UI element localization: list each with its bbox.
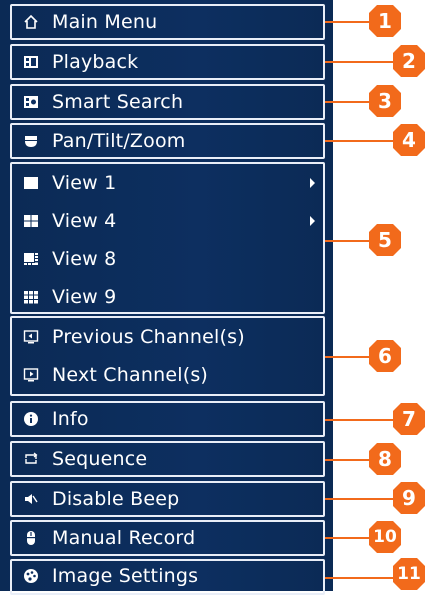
menu-item-disable-beep[interactable]: Disable Beep <box>12 483 323 515</box>
menu-item-label: Playback <box>52 51 139 73</box>
callout-line-3 <box>325 101 373 103</box>
group-beep: Disable Beep <box>10 481 325 517</box>
menu-item-label: View 8 <box>52 248 117 270</box>
callout-badge-1: 1 <box>368 4 402 38</box>
context-menu-panel: Main Menu Playback Smart Search Pan/Tilt… <box>0 0 333 595</box>
previous-channel-icon <box>22 328 40 346</box>
menu-item-label: Image Settings <box>52 565 199 587</box>
next-channel-icon <box>22 366 40 384</box>
group-main-menu: Main Menu <box>10 4 325 40</box>
sequence-icon <box>22 450 40 468</box>
group-manual-record: Manual Record <box>10 520 325 556</box>
ptz-icon <box>22 132 40 150</box>
menu-item-view-4[interactable]: View 4 <box>12 202 323 240</box>
callout-badge-2: 2 <box>392 44 426 78</box>
view8-icon <box>22 250 40 268</box>
group-sequence: Sequence <box>10 441 325 477</box>
home-icon <box>22 13 40 31</box>
callout-badge-11: 11 <box>392 557 426 591</box>
callout-badge-10: 10 <box>368 520 402 554</box>
menu-item-label: Info <box>52 408 89 430</box>
callout-line-8 <box>325 459 373 461</box>
menu-item-image-settings[interactable]: Image Settings <box>12 561 323 591</box>
view1-icon <box>22 174 40 192</box>
playback-icon <box>22 53 40 71</box>
callout-line-2 <box>325 61 395 63</box>
menu-item-label: View 4 <box>52 210 117 232</box>
menu-item-sequence[interactable]: Sequence <box>12 443 323 475</box>
callout-badge-3: 3 <box>368 84 402 118</box>
menu-item-label: View 9 <box>52 286 117 308</box>
menu-item-smart-search[interactable]: Smart Search <box>12 86 323 118</box>
view4-icon <box>22 212 40 230</box>
chevron-right-icon <box>310 178 315 188</box>
menu-item-playback[interactable]: Playback <box>12 46 323 78</box>
menu-item-label: View 1 <box>52 172 117 194</box>
callout-line-9 <box>325 498 395 500</box>
menu-item-label: Sequence <box>52 448 148 470</box>
menu-item-label: Manual Record <box>52 527 196 549</box>
group-smart-search: Smart Search <box>10 84 325 120</box>
callout-line-7 <box>325 419 395 421</box>
menu-item-label: Pan/Tilt/Zoom <box>52 130 186 152</box>
group-ptz: Pan/Tilt/Zoom <box>10 123 325 159</box>
menu-item-info[interactable]: Info <box>12 403 323 435</box>
menu-item-next-channels[interactable]: Next Channel(s) <box>12 356 323 394</box>
manual-record-icon <box>22 529 40 547</box>
callout-line-6 <box>325 356 373 358</box>
group-info: Info <box>10 401 325 437</box>
menu-item-main-menu[interactable]: Main Menu <box>12 6 323 38</box>
info-icon <box>22 410 40 428</box>
group-channels: Previous Channel(s) Next Channel(s) <box>10 316 325 396</box>
menu-item-label: Previous Channel(s) <box>52 326 245 348</box>
callout-line-11 <box>325 577 395 579</box>
callout-line-4 <box>325 140 395 142</box>
callout-line-1 <box>325 21 373 23</box>
image-settings-icon <box>22 567 40 585</box>
callout-badge-7: 7 <box>392 402 426 436</box>
menu-item-label: Next Channel(s) <box>52 364 209 386</box>
callout-badge-6: 6 <box>368 339 402 373</box>
view9-icon <box>22 288 40 306</box>
chevron-right-icon <box>310 216 315 226</box>
group-views: View 1 View 4 View 8 View 9 <box>10 162 325 314</box>
menu-item-manual-record[interactable]: Manual Record <box>12 522 323 554</box>
callout-badge-4: 4 <box>392 123 426 157</box>
menu-item-pan-tilt-zoom[interactable]: Pan/Tilt/Zoom <box>12 125 323 157</box>
menu-item-view-9[interactable]: View 9 <box>12 278 323 316</box>
callout-badge-5: 5 <box>368 223 402 257</box>
callout-line-10 <box>325 537 373 539</box>
callout-badge-8: 8 <box>368 442 402 476</box>
menu-item-label: Main Menu <box>52 11 158 33</box>
menu-item-view-8[interactable]: View 8 <box>12 240 323 278</box>
smart-search-icon <box>22 93 40 111</box>
callout-badge-9: 9 <box>392 481 426 515</box>
menu-item-label: Smart Search <box>52 91 184 113</box>
menu-item-view-1[interactable]: View 1 <box>12 164 323 202</box>
group-playback: Playback <box>10 44 325 80</box>
callout-line-5 <box>325 240 373 242</box>
group-image-settings: Image Settings <box>10 559 325 595</box>
beep-mute-icon <box>22 490 40 508</box>
menu-item-label: Disable Beep <box>52 488 180 510</box>
menu-item-previous-channels[interactable]: Previous Channel(s) <box>12 318 323 356</box>
